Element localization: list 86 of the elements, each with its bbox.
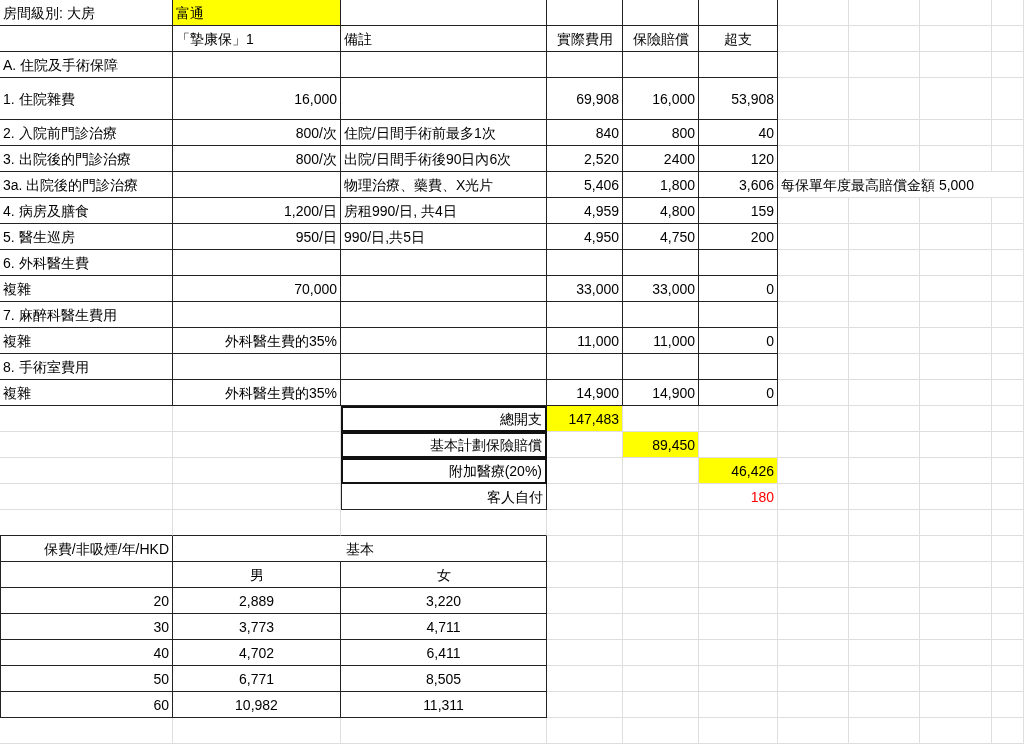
- table-cell: 3a. 出院後的門診治療: [0, 172, 173, 198]
- table-cell: 950/日: [173, 224, 341, 250]
- table-cell: 1,800: [623, 172, 699, 198]
- table-cell: 超支: [699, 26, 778, 52]
- table-cell: 11,000: [547, 328, 623, 354]
- table-cell: 200: [699, 224, 778, 250]
- table-cell: 120: [699, 146, 778, 172]
- table-cell: 外科醫生費的35%: [173, 380, 341, 406]
- table-cell: 5. 醫生巡房: [0, 224, 173, 250]
- table-cell: 800: [623, 120, 699, 146]
- table-cell: 46,426: [699, 458, 778, 484]
- table-cell: 3,606: [699, 172, 778, 198]
- table-cell: 4,750: [623, 224, 699, 250]
- table-cell: 11,000: [623, 328, 699, 354]
- table-cell: 16,000: [623, 78, 699, 120]
- table-cell: 0: [699, 328, 778, 354]
- table-cell: 保險賠償: [623, 26, 699, 52]
- table-cell: 5,406: [547, 172, 623, 198]
- table-cell: 6,771: [173, 666, 341, 692]
- table-cell: 女: [341, 562, 547, 588]
- table-cell: 7. 麻醉科醫生費用: [0, 302, 173, 328]
- table-cell: A. 住院及手術保障: [0, 52, 173, 78]
- table-cell: 4,702: [173, 640, 341, 666]
- table-cell: 2,889: [173, 588, 341, 614]
- table-cell: 0: [699, 380, 778, 406]
- table-cell: 3. 出院後的門診治療: [0, 146, 173, 172]
- table-cell: 富通: [173, 0, 341, 26]
- table-cell: 800/次: [173, 120, 341, 146]
- table-cell: 147,483: [547, 406, 623, 432]
- table-cell: 70,000: [173, 276, 341, 302]
- table-cell: 8,505: [341, 666, 547, 692]
- table-cell: 800/次: [173, 146, 341, 172]
- table-cell: 8. 手術室費用: [0, 354, 173, 380]
- table-cell: 保費/非吸煙/年/HKD: [0, 536, 173, 562]
- table-cell: 客人自付: [341, 484, 547, 510]
- table-cell: 4,950: [547, 224, 623, 250]
- table-cell: 11,311: [341, 692, 547, 718]
- table-cell: 房租990/日, 共4日: [341, 198, 547, 224]
- table-cell: 50: [0, 666, 173, 692]
- table-cell: 4,959: [547, 198, 623, 224]
- table-cell: 53,908: [699, 78, 778, 120]
- table-cell: 840: [547, 120, 623, 146]
- table-cell: 33,000: [547, 276, 623, 302]
- table-cell: 住院/日間手術前最多1次: [341, 120, 547, 146]
- table-cell: 14,900: [623, 380, 699, 406]
- table-cell: 4,800: [623, 198, 699, 224]
- table-cell: 複雜: [0, 380, 173, 406]
- table-cell: 30: [0, 614, 173, 640]
- table-cell: 16,000: [173, 78, 341, 120]
- table-cell: 6. 外科醫生費: [0, 250, 173, 276]
- table-cell: 1,200/日: [173, 198, 341, 224]
- table-cell: 備註: [341, 26, 547, 52]
- table-cell: 180: [699, 484, 778, 510]
- table-cell: 159: [699, 198, 778, 224]
- table-cell: 20: [0, 588, 173, 614]
- table-cell: 2. 入院前門診治療: [0, 120, 173, 146]
- table-cell: 男: [173, 562, 341, 588]
- table-cell: 每保單年度最高賠償金額 5,000: [778, 172, 1024, 198]
- table-cell: 89,450: [623, 432, 699, 458]
- table-cell: 出院/日間手術後90日內6次: [341, 146, 547, 172]
- table-cell: 40: [699, 120, 778, 146]
- table-cell: 3,220: [341, 588, 547, 614]
- table-cell: 實際費用: [547, 26, 623, 52]
- table-cell: 外科醫生費的35%: [173, 328, 341, 354]
- table-cell: 複雜: [0, 276, 173, 302]
- table-cell: 2400: [623, 146, 699, 172]
- table-cell: 4. 病房及膳食: [0, 198, 173, 224]
- table-cell: 2,520: [547, 146, 623, 172]
- table-cell: 基本: [173, 536, 547, 562]
- table-cell: 「摯康保」1: [173, 26, 341, 52]
- table-cell: 60: [0, 692, 173, 718]
- table-cell: 40: [0, 640, 173, 666]
- table-cell: 69,908: [547, 78, 623, 120]
- table-cell: 6,411: [341, 640, 547, 666]
- table-cell: 基本計劃保險賠償: [341, 432, 547, 458]
- table-cell: 附加醫療(20%): [341, 458, 547, 484]
- table-cell: 總開支: [341, 406, 547, 432]
- table-cell: 4,711: [341, 614, 547, 640]
- table-cell: 複雜: [0, 328, 173, 354]
- table-cell: 0: [699, 276, 778, 302]
- table-cell: 3,773: [173, 614, 341, 640]
- table-cell: 33,000: [623, 276, 699, 302]
- table-cell: 990/日,共5日: [341, 224, 547, 250]
- table-cell: 物理治療、藥費、X光片: [341, 172, 547, 198]
- table-cell: 10,982: [173, 692, 341, 718]
- table-cell: 1. 住院雜費: [0, 78, 173, 120]
